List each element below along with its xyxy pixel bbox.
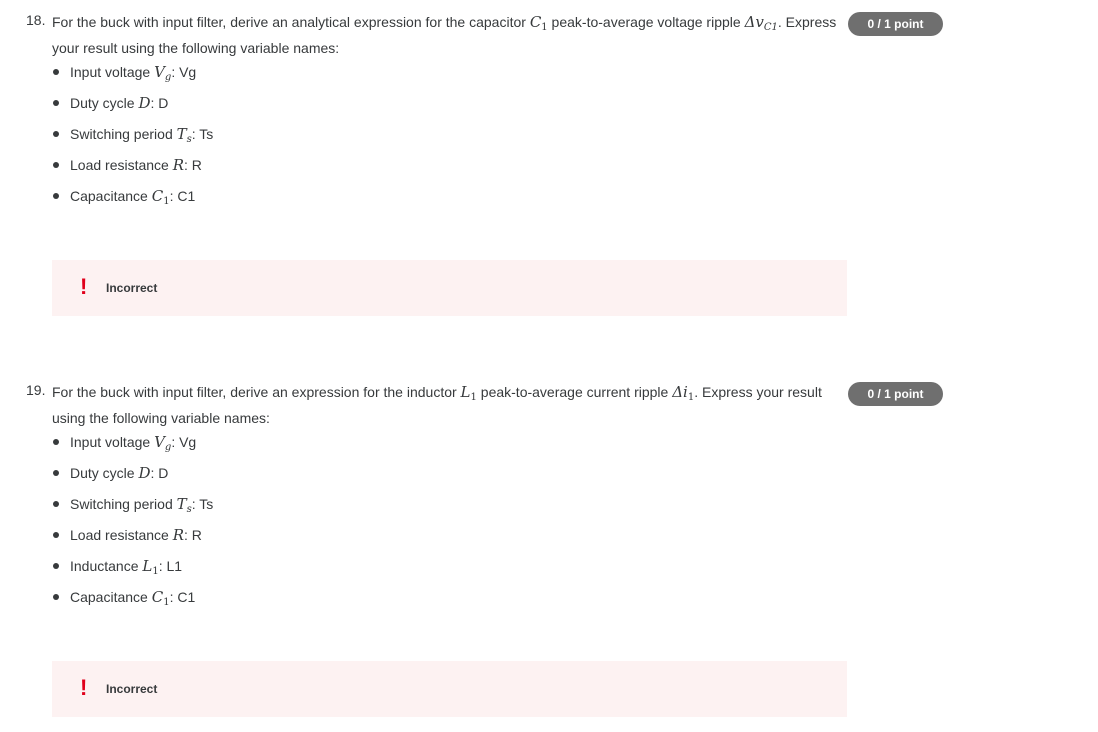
list-item: Switching period Ts: Ts (52, 494, 213, 525)
bullet-icon (53, 162, 59, 168)
bullet-icon (53, 100, 59, 106)
feedback-incorrect: ! Incorrect (52, 260, 847, 316)
math-inductor-symbol: L1 (460, 383, 477, 403)
question-number: 18. (26, 12, 46, 28)
exclamation-icon: ! (80, 274, 88, 299)
question-19: 19. For the buck with input filter, deri… (0, 370, 1098, 732)
bullet-icon (53, 501, 59, 507)
variable-list: Input voltage Vg: Vg Duty cycle D: D Swi… (52, 432, 213, 618)
list-item: Load resistance R: R (52, 525, 213, 556)
question-number: 19. (26, 382, 46, 398)
bullet-icon (53, 69, 59, 75)
math-ripple-symbol: Δi1 (672, 383, 695, 403)
bullet-icon (53, 193, 59, 199)
feedback-incorrect: ! Incorrect (52, 661, 847, 717)
bullet-icon (53, 131, 59, 137)
feedback-status: Incorrect (106, 281, 158, 295)
bullet-icon (53, 532, 59, 538)
list-item: Capacitance C1: C1 (52, 186, 213, 217)
list-item: Duty cycle D: D (52, 93, 213, 124)
points-badge: 0 / 1 point (848, 382, 943, 406)
list-item: Duty cycle D: D (52, 463, 213, 494)
question-prompt: For the buck with input filter, derive a… (52, 13, 837, 56)
list-item: Input voltage Vg: Vg (52, 432, 213, 463)
bullet-icon (53, 439, 59, 445)
question-prompt: For the buck with input filter, derive a… (52, 383, 822, 426)
feedback-status: Incorrect (106, 682, 158, 696)
bullet-icon (53, 470, 59, 476)
math-ripple-symbol: ΔvC1 (744, 13, 778, 33)
question-18: 18. For the buck with input filter, deri… (0, 0, 1098, 370)
variable-list: Input voltage Vg: Vg Duty cycle D: D Swi… (52, 62, 213, 217)
list-item: Inductance L1: L1 (52, 556, 213, 587)
points-badge: 0 / 1 point (848, 12, 943, 36)
list-item: Input voltage Vg: Vg (52, 62, 213, 93)
list-item: Switching period Ts: Ts (52, 124, 213, 155)
math-capacitor-symbol: C1 (529, 13, 548, 33)
bullet-icon (53, 563, 59, 569)
exclamation-icon: ! (80, 675, 88, 700)
list-item: Capacitance C1: C1 (52, 587, 213, 618)
bullet-icon (53, 594, 59, 600)
list-item: Load resistance R: R (52, 155, 213, 186)
